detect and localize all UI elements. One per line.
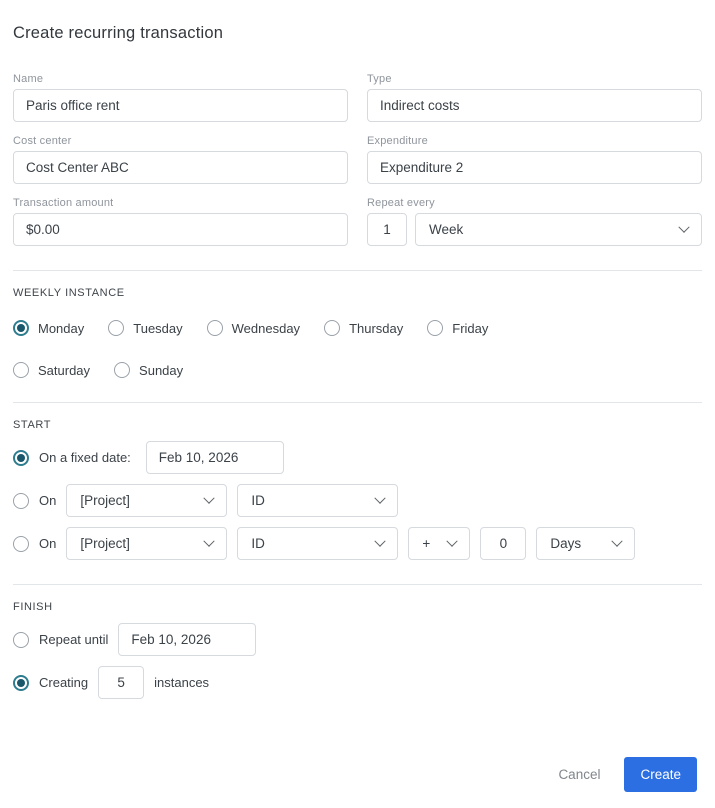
- chevron-down-icon: [678, 221, 690, 233]
- expenditure-label: Expenditure: [367, 135, 428, 147]
- type-input[interactable]: [367, 89, 702, 122]
- day-label: Tuesday: [133, 320, 183, 336]
- start-on-2-unit-select[interactable]: Days: [536, 527, 636, 560]
- chevron-down-icon: [611, 535, 624, 547]
- cost-center-input[interactable]: [13, 151, 348, 184]
- repeat-until-date-input[interactable]: [118, 623, 257, 656]
- unit-select-value: Days: [550, 536, 582, 551]
- name-label: Name: [13, 73, 44, 85]
- start-on-row-2: On [Project] ID + Days: [13, 527, 702, 560]
- radio-sunday[interactable]: [114, 362, 131, 378]
- day-option-wednesday[interactable]: Wednesday: [206, 320, 301, 336]
- chevron-down-icon: [446, 535, 459, 547]
- day-label: Friday: [452, 320, 489, 336]
- transaction-amount-field-group: Transaction amount: [13, 197, 348, 246]
- start-heading: START: [13, 419, 52, 431]
- cancel-button[interactable]: Cancel: [558, 767, 600, 782]
- field-select-value: ID: [251, 536, 265, 551]
- start-on-2-project-select[interactable]: [Project]: [66, 527, 228, 560]
- start-on-2-operator-select[interactable]: +: [408, 527, 471, 560]
- day-option-tuesday[interactable]: Tuesday: [108, 320, 183, 336]
- chevron-down-icon: [374, 492, 387, 504]
- weekly-instance-section: WEEKLY INSTANCE Monday Tuesday Wednesday…: [13, 287, 702, 378]
- expenditure-field-group: Expenditure: [367, 135, 702, 184]
- project-select-value: [Project]: [80, 493, 130, 508]
- radio-tuesday[interactable]: [108, 320, 125, 336]
- cost-center-field-group: Cost center: [13, 135, 348, 184]
- radio-friday[interactable]: [427, 320, 444, 336]
- repeat-every-unit-select[interactable]: Week: [415, 213, 702, 246]
- divider: [13, 584, 702, 585]
- instances-suffix: instances: [154, 675, 210, 690]
- divider: [13, 402, 702, 403]
- operator-select-value: +: [422, 536, 431, 551]
- start-on-row-1: On [Project] ID: [13, 484, 702, 517]
- type-field-group: Type: [367, 73, 702, 122]
- days-row-1: Monday Tuesday Wednesday Thursday Friday: [13, 320, 702, 336]
- day-label: Thursday: [349, 320, 404, 336]
- transaction-amount-input[interactable]: [13, 213, 348, 246]
- dialog-footer: Cancel Create: [558, 757, 697, 792]
- start-on-2-field-select[interactable]: ID: [237, 527, 399, 560]
- repeat-every-count-input[interactable]: [367, 213, 407, 246]
- days-row-2: Saturday Sunday: [13, 362, 702, 378]
- page-title: Create recurring transaction: [13, 24, 224, 42]
- expenditure-input[interactable]: [367, 151, 702, 184]
- day-label: Monday: [38, 320, 85, 336]
- day-option-sunday[interactable]: Sunday: [114, 362, 183, 378]
- radio-wednesday[interactable]: [206, 320, 223, 336]
- creating-count-input[interactable]: [98, 666, 145, 699]
- radio-start-on-1[interactable]: [13, 492, 29, 509]
- start-section: START On a fixed date: On [Project] ID O…: [13, 419, 702, 560]
- radio-saturday[interactable]: [13, 362, 29, 378]
- start-fixed-date-row: On a fixed date:: [13, 441, 702, 474]
- on-label: On: [39, 536, 57, 551]
- create-button[interactable]: Create: [624, 757, 697, 792]
- day-label: Sunday: [139, 362, 184, 378]
- day-option-saturday[interactable]: Saturday: [13, 362, 90, 378]
- radio-start-on-2[interactable]: [13, 535, 29, 552]
- start-on-2-offset-input[interactable]: [480, 527, 527, 560]
- day-option-friday[interactable]: Friday: [427, 320, 488, 336]
- create-recurring-transaction-dialog: Create recurring transaction Name Type C…: [0, 0, 715, 699]
- chevron-down-icon: [203, 535, 216, 547]
- divider: [13, 270, 702, 271]
- field-select-value: ID: [251, 493, 265, 508]
- finish-creating-row: Creating instances: [13, 666, 702, 699]
- radio-thursday[interactable]: [324, 320, 341, 336]
- chevron-down-icon: [374, 535, 387, 547]
- weekly-instance-heading: WEEKLY INSTANCE: [13, 287, 125, 299]
- name-input[interactable]: [13, 89, 348, 122]
- day-option-monday[interactable]: Monday: [13, 320, 84, 336]
- transaction-amount-label: Transaction amount: [13, 197, 114, 209]
- repeat-until-label: Repeat until: [39, 632, 109, 647]
- cost-center-label: Cost center: [13, 135, 72, 147]
- repeat-every-label: Repeat every: [367, 197, 435, 209]
- start-fixed-date-input[interactable]: [145, 441, 284, 474]
- start-on-1-field-select[interactable]: ID: [237, 484, 399, 517]
- start-on-1-project-select[interactable]: [Project]: [66, 484, 228, 517]
- day-label: Wednesday: [231, 320, 301, 336]
- fixed-date-label: On a fixed date:: [39, 450, 131, 465]
- finish-section: FINISH Repeat until Creating instances: [13, 601, 702, 699]
- radio-fixed-date[interactable]: [13, 449, 29, 466]
- repeat-every-unit-value: Week: [429, 222, 464, 237]
- day-option-thursday[interactable]: Thursday: [324, 320, 403, 336]
- type-label: Type: [367, 73, 392, 85]
- radio-monday[interactable]: [13, 320, 29, 336]
- form-grid: Name Type Cost center Expenditure Transa…: [13, 73, 702, 246]
- chevron-down-icon: [203, 492, 216, 504]
- finish-heading: FINISH: [13, 601, 53, 613]
- repeat-every-field-group: Repeat every Week: [367, 197, 702, 246]
- creating-label: Creating: [39, 675, 89, 690]
- on-label: On: [39, 493, 57, 508]
- name-field-group: Name: [13, 73, 348, 122]
- finish-repeat-until-row: Repeat until: [13, 623, 702, 656]
- radio-creating[interactable]: [13, 674, 29, 691]
- radio-repeat-until[interactable]: [13, 631, 29, 648]
- project-select-value: [Project]: [80, 536, 130, 551]
- day-label: Saturday: [38, 362, 91, 378]
